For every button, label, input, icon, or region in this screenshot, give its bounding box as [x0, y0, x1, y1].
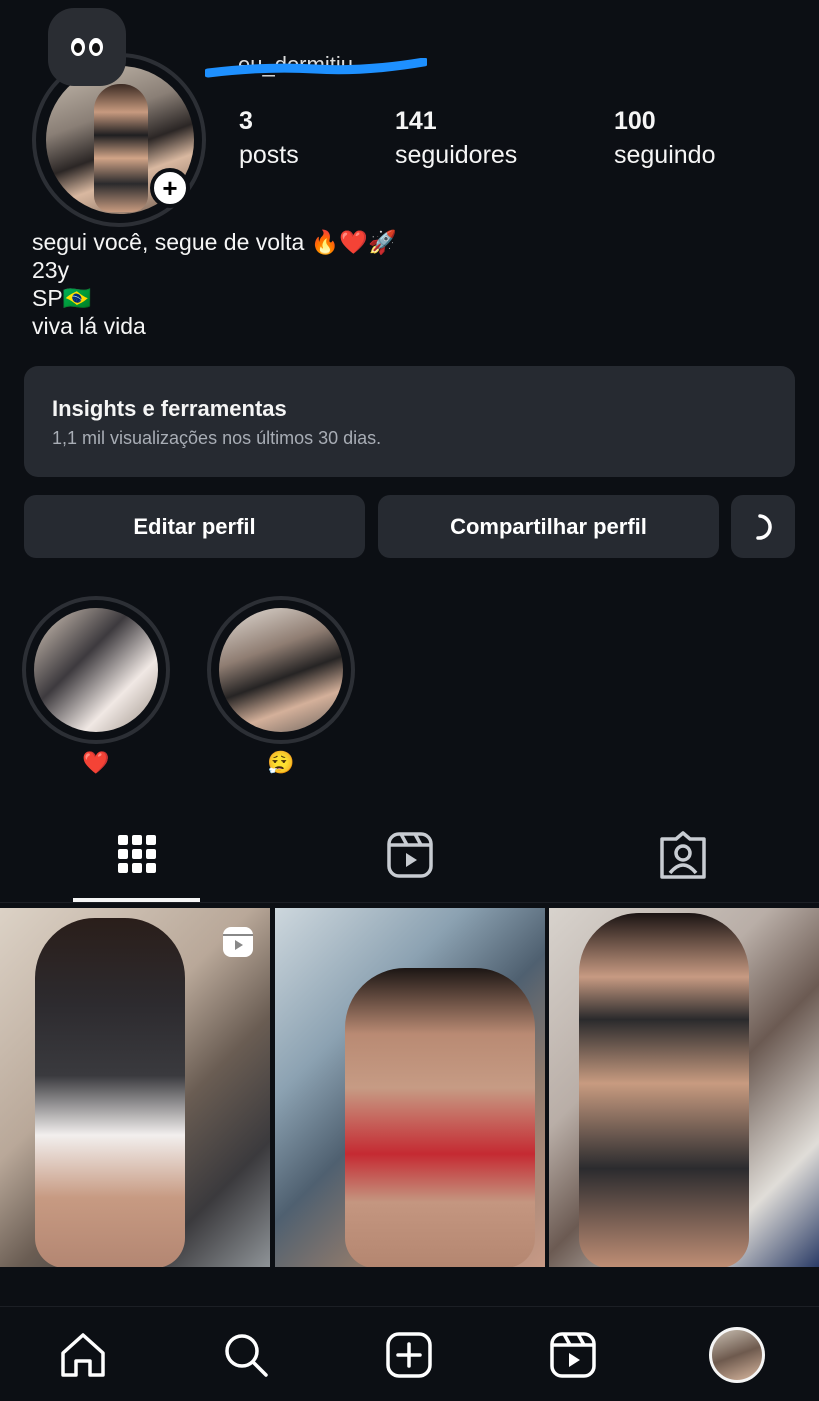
bio-line: 23y — [32, 257, 70, 283]
username-redaction-scribble — [205, 58, 427, 78]
discover-people-button[interactable] — [731, 495, 795, 558]
stat-posts-label: posts — [239, 141, 299, 169]
highlight-cover — [219, 608, 343, 732]
post-thumbnail[interactable] — [0, 908, 270, 1267]
post-thumbnail[interactable] — [275, 908, 545, 1267]
highlight-label: ❤️ — [82, 750, 110, 775]
insights-title: Insights e ferramentas — [52, 396, 287, 421]
reel-indicator-icon — [223, 927, 253, 957]
eye-emoji-icon — [89, 38, 103, 56]
highlight-item[interactable]: ❤️ — [22, 596, 170, 776]
edit-profile-button[interactable]: Editar perfil — [24, 495, 365, 558]
profile-avatar[interactable] — [709, 1327, 765, 1383]
bio-line: SP🇧🇷 — [32, 285, 92, 311]
add-story-button[interactable]: + — [150, 168, 190, 208]
stat-followers-value: 141 — [395, 107, 437, 135]
reels-icon[interactable] — [547, 1329, 599, 1381]
eye-emoji-icon — [71, 38, 85, 56]
tab-grid[interactable] — [110, 827, 164, 881]
bio-line: segui você, segue de volta 🔥❤️🚀 — [32, 229, 397, 255]
highlight-label: 😮‍💨 — [267, 750, 295, 775]
create-icon[interactable] — [383, 1329, 435, 1381]
bio: segui você, segue de volta 🔥❤️🚀 23y SP🇧🇷… — [32, 228, 397, 340]
highlight-ring — [207, 596, 355, 744]
stat-posts[interactable]: 3 posts — [239, 104, 299, 172]
stat-following-label: seguindo — [614, 141, 716, 169]
add-person-icon — [756, 513, 772, 540]
share-profile-button[interactable]: Compartilhar perfil — [378, 495, 719, 558]
tabs-divider — [0, 902, 819, 903]
bio-line: viva lá vida — [32, 313, 146, 339]
home-icon[interactable] — [57, 1329, 109, 1381]
highlight-cover — [34, 608, 158, 732]
stat-following-value: 100 — [614, 107, 656, 135]
profile-note-bubble[interactable] — [48, 8, 126, 86]
stat-followers-label: seguidores — [395, 141, 518, 169]
insights-card[interactable]: Insights e ferramentas 1,1 mil visualiza… — [24, 366, 795, 477]
tagged-icon — [660, 831, 706, 879]
stat-posts-value: 3 — [239, 107, 253, 135]
highlight-item[interactable]: 😮‍💨 — [207, 596, 355, 776]
bottom-navigation — [0, 1306, 819, 1401]
stat-followers[interactable]: 141 seguidores — [395, 104, 517, 172]
search-icon[interactable] — [220, 1329, 272, 1381]
tab-reels[interactable] — [384, 829, 436, 881]
stat-following[interactable]: 100 seguindo — [614, 104, 715, 172]
insights-subtitle: 1,1 mil visualizações nos últimos 30 dia… — [52, 428, 382, 448]
reels-icon — [387, 832, 433, 878]
grid-icon — [118, 835, 156, 873]
highlight-ring — [22, 596, 170, 744]
tab-tagged[interactable] — [656, 829, 710, 883]
post-thumbnail[interactable] — [549, 908, 819, 1267]
